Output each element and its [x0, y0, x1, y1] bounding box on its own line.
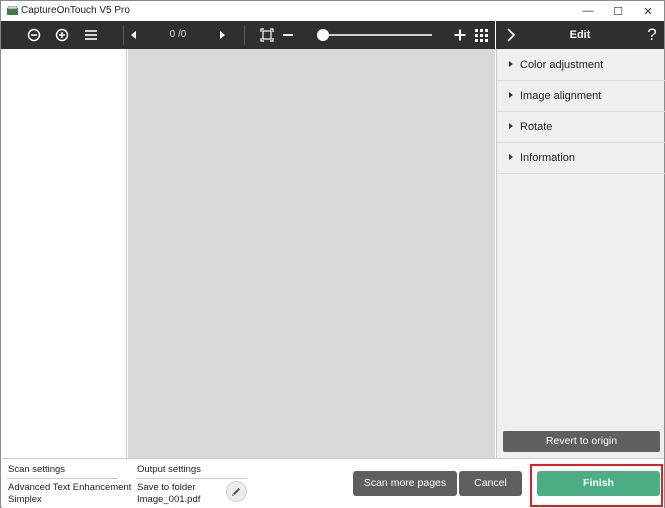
- zoom-in-circle-button[interactable]: [51, 21, 73, 49]
- chevron-right-icon: [506, 28, 515, 42]
- zoom-slider-thumb[interactable]: [317, 29, 329, 41]
- collapse-panel-button[interactable]: [502, 21, 520, 49]
- image-preview-area[interactable]: [128, 49, 495, 458]
- section-label: Information: [520, 152, 576, 164]
- section-information[interactable]: Information: [497, 143, 665, 174]
- toolbar-divider: [244, 25, 245, 45]
- menu-button[interactable]: [80, 21, 102, 49]
- hamburger-menu-icon: [85, 30, 97, 40]
- section-rotate[interactable]: Rotate: [497, 112, 665, 143]
- scan-more-pages-button[interactable]: Scan more pages: [353, 471, 457, 496]
- minus-icon: [283, 34, 293, 36]
- close-icon: ✕: [643, 5, 653, 18]
- fit-to-window-icon: [260, 28, 274, 42]
- grid-icon: [474, 28, 488, 42]
- next-page-button[interactable]: [216, 21, 230, 49]
- expand-arrow-icon: [509, 123, 513, 129]
- scan-settings-side: Simplex: [8, 494, 42, 505]
- expand-arrow-icon: [509, 61, 513, 67]
- toolbar-divider: [123, 25, 124, 45]
- triangle-right-icon: [220, 31, 225, 39]
- page-counter: 0 /0: [169, 29, 187, 40]
- scan-settings-mode: Advanced Text Enhancement: [8, 482, 132, 493]
- divider: [7, 478, 118, 479]
- output-filename: Image_001.pdf: [137, 494, 201, 505]
- fit-to-window-button[interactable]: [257, 21, 277, 49]
- maximize-icon: ☐: [613, 5, 623, 18]
- section-color-adjustment[interactable]: Color adjustment: [497, 50, 665, 81]
- edit-output-settings-button[interactable]: [226, 481, 247, 502]
- app-icon: [7, 6, 18, 15]
- maximize-button[interactable]: ☐: [603, 1, 633, 21]
- edit-panel-header: Edit ?: [496, 21, 664, 49]
- cancel-button[interactable]: Cancel: [459, 471, 522, 496]
- zoom-out-circle-icon: [27, 28, 41, 42]
- window-title: CaptureOnTouch V5 Pro: [21, 5, 130, 16]
- section-image-alignment[interactable]: Image alignment: [497, 81, 665, 112]
- edit-panel: Color adjustment Image alignment Rotate …: [496, 49, 665, 458]
- zoom-out-circle-button[interactable]: [23, 21, 45, 49]
- thumbnail-grid-button[interactable]: [472, 21, 490, 49]
- divider: [136, 478, 247, 479]
- help-button[interactable]: ?: [642, 21, 662, 49]
- section-label: Color adjustment: [520, 59, 604, 71]
- app-window: CaptureOnTouch V5 Pro — ☐ ✕ 0 /0 Edit ? …: [0, 0, 665, 508]
- help-icon: ?: [647, 25, 657, 44]
- title-bar: CaptureOnTouch V5 Pro — ☐ ✕: [1, 1, 664, 21]
- minimize-icon: —: [582, 5, 594, 17]
- triangle-left-icon: [131, 31, 136, 39]
- previous-page-button[interactable]: [127, 21, 141, 49]
- minimize-button[interactable]: —: [573, 1, 603, 21]
- zoom-in-circle-icon: [55, 28, 69, 42]
- expand-arrow-icon: [509, 92, 513, 98]
- plus-icon: [454, 29, 466, 41]
- output-settings-heading: Output settings: [137, 464, 201, 475]
- expand-arrow-icon: [509, 154, 513, 160]
- section-label: Rotate: [520, 121, 553, 133]
- viewer-toolbar: 0 /0: [1, 21, 495, 49]
- section-label: Image alignment: [520, 90, 602, 102]
- zoom-out-button[interactable]: [280, 21, 296, 49]
- scan-settings-heading: Scan settings: [8, 464, 66, 475]
- zoom-slider-track[interactable]: [319, 34, 432, 36]
- finish-button[interactable]: Finish: [537, 471, 660, 496]
- bottom-bar: Scan settings Advanced Text Enhancement …: [2, 458, 664, 508]
- zoom-in-button[interactable]: [451, 21, 469, 49]
- revert-to-origin-button[interactable]: Revert to origin: [503, 431, 660, 452]
- thumbnail-list[interactable]: [2, 49, 127, 458]
- output-destination: Save to folder: [137, 482, 196, 493]
- close-button[interactable]: ✕: [633, 1, 663, 21]
- edit-panel-title: Edit: [569, 29, 591, 41]
- pencil-icon: [232, 488, 240, 496]
